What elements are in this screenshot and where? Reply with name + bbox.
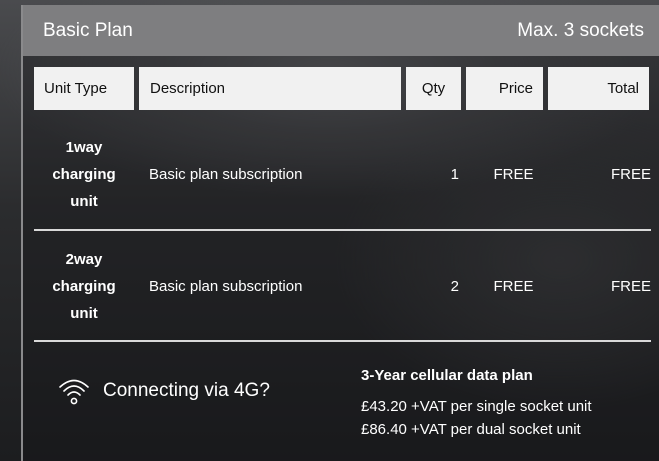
qty-cell: 2 [450,277,459,295]
dual-socket-price: £86.40 +VAT per dual socket unit [361,421,581,438]
plan-max-sockets: Max. 3 sockets [517,19,644,41]
data-plan-info: 3-Year cellular data plan £43.20 +VAT pe… [361,367,592,441]
wifi-icon [59,379,89,405]
column-header-price: Price [466,67,543,110]
table-row: 1way charging unit Basic plan subscripti… [34,119,651,229]
price-cell: FREE [493,277,534,295]
table-row: 2way charging unit Basic plan subscripti… [34,231,651,341]
unit-type-line: 1way [65,138,103,156]
column-header-unit-type: Unit Type [34,67,134,110]
unit-type-cell: 2way charging unit [34,231,134,341]
data-plan-title: 3-Year cellular data plan [361,367,533,384]
unit-type-line: 2way [65,250,103,268]
plan-name: Basic Plan [43,19,133,41]
column-header-description: Description [139,67,401,110]
description-cell: Basic plan subscription [149,277,303,295]
unit-type-line: unit [70,304,98,322]
unit-type-line: charging [52,277,116,295]
unit-type-cell: 1way charging unit [34,119,134,229]
single-socket-price: £43.20 +VAT per single socket unit [361,398,592,415]
column-header-qty: Qty [406,67,461,110]
unit-type-line: unit [70,192,98,210]
column-header-total: Total [548,67,649,110]
qty-cell: 1 [450,165,459,183]
price-cell: FREE [493,165,534,183]
row-divider [34,340,651,342]
unit-type-line: charging [52,165,116,183]
total-cell: FREE [610,165,651,183]
connect-label: Connecting via 4G? [103,380,270,401]
description-cell: Basic plan subscription [149,165,303,183]
total-cell: FREE [610,277,651,295]
table-header: Unit Type Description Qty Price Total [34,67,651,110]
cellular-connect-section: Connecting via 4G? [58,375,270,407]
plan-header: Basic Plan Max. 3 sockets [23,5,659,56]
pricing-panel: Basic Plan Max. 3 sockets Unit Type Desc… [21,5,659,461]
